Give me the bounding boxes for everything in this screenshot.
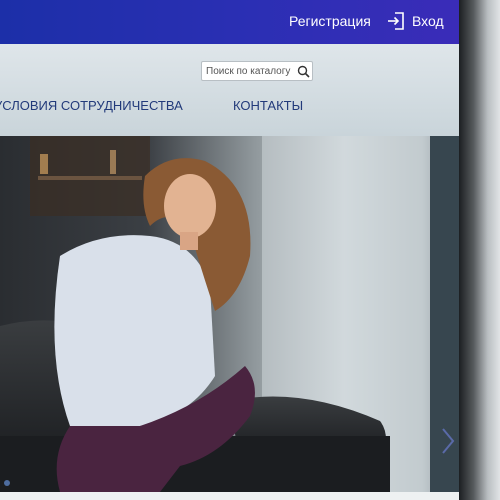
slider-dots bbox=[0, 476, 459, 500]
sign-in-icon bbox=[386, 11, 406, 31]
nav-item-contacts[interactable]: КОНТАКТЫ bbox=[233, 98, 303, 113]
search-input[interactable] bbox=[202, 63, 294, 79]
page: Регистрация Вход УСЛОВИЯ СОТРУДНИЧЕСТВА … bbox=[0, 0, 459, 500]
hero-banner[interactable] bbox=[0, 136, 459, 492]
site-header bbox=[0, 44, 459, 136]
top-bar: Регистрация Вход bbox=[0, 0, 459, 44]
slider-dot-active[interactable] bbox=[4, 480, 10, 486]
chevron-right-icon[interactable] bbox=[440, 426, 456, 456]
login-label: Вход bbox=[412, 13, 444, 29]
search-icon[interactable] bbox=[294, 62, 312, 80]
search-box bbox=[201, 61, 313, 81]
register-link[interactable]: Регистрация bbox=[289, 13, 371, 29]
hero-photo bbox=[0, 136, 459, 492]
login-link[interactable]: Вход bbox=[386, 11, 444, 31]
nav-item-cooperation-terms[interactable]: УСЛОВИЯ СОТРУДНИЧЕСТВА bbox=[0, 98, 183, 113]
window-edge-shadow bbox=[459, 0, 500, 500]
